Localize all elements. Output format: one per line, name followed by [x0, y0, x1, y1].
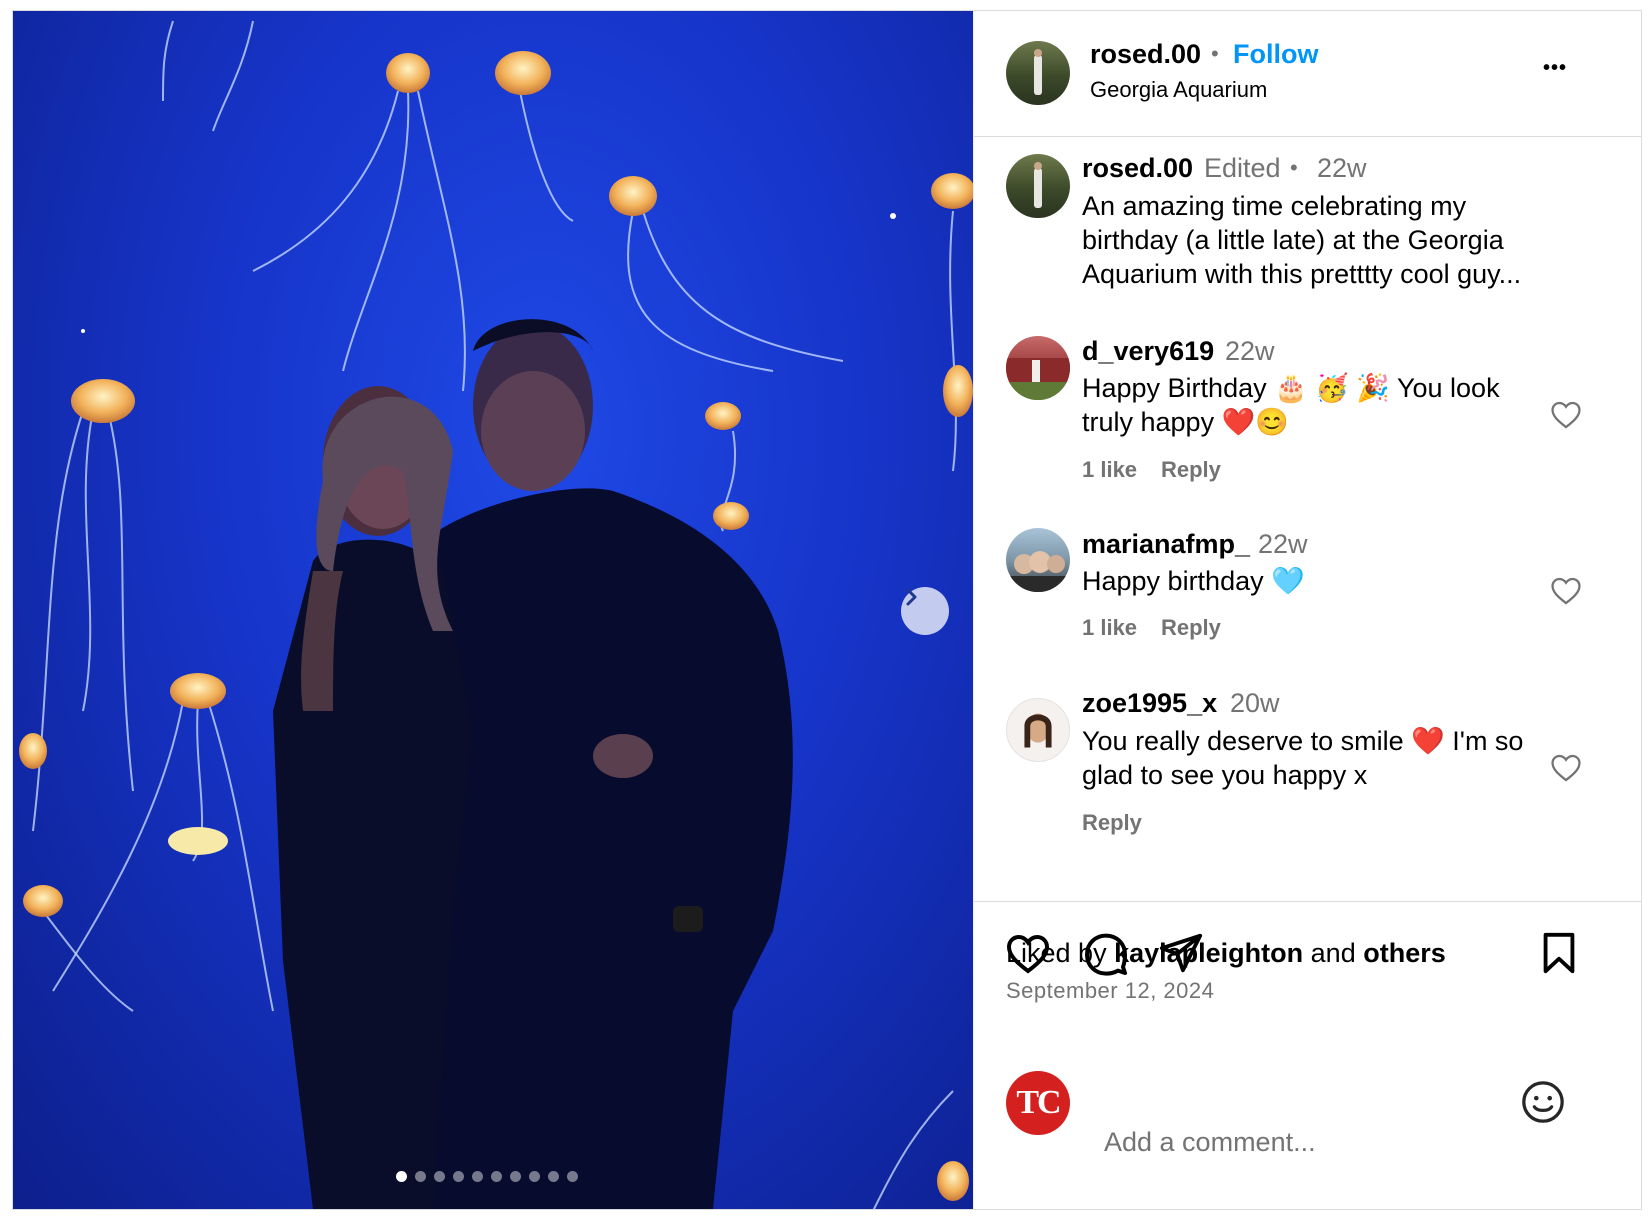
commenter-avatar[interactable] [1006, 698, 1070, 762]
photo-illustration [19, 20, 973, 1209]
action-bar [974, 901, 1641, 976]
post-date[interactable]: September 12, 2024 [1006, 978, 1214, 1004]
comment-text: Happy birthday 🩵 [1082, 566, 1305, 596]
avatar-figure [1024, 713, 1052, 748]
comment-username[interactable]: marianafmp_ [1082, 529, 1250, 560]
caption-line: An amazing time celebrating my [1082, 191, 1467, 221]
caption-separator: • [1290, 155, 1298, 180]
commenter-avatar[interactable] [1006, 336, 1070, 400]
bookmark-icon[interactable] [1536, 930, 1582, 976]
liked-by-and: and [1310, 938, 1356, 968]
reply-button[interactable]: Reply [1161, 457, 1221, 483]
carousel-dot [434, 1171, 445, 1182]
comment-like-count[interactable]: 1 like [1082, 615, 1137, 641]
heart-icon[interactable] [1549, 751, 1583, 785]
caption-line: Aquarium with this pretttty cool guy... [1082, 259, 1522, 289]
post-details: rosed.00 • Follow Georgia Aquarium ••• r… [973, 11, 1641, 1209]
avatar-figure [1006, 551, 1070, 592]
carousel-dot [472, 1171, 483, 1182]
comment-time[interactable]: 22w [1225, 336, 1275, 367]
more-options-button[interactable]: ••• [1543, 57, 1567, 80]
comment-time[interactable]: 22w [1258, 529, 1308, 560]
liked-by-prefix: Liked by [1006, 938, 1107, 968]
comment-username[interactable]: zoe1995_x [1082, 688, 1217, 719]
reply-button[interactable]: Reply [1082, 810, 1142, 836]
avatar-figure [1034, 49, 1042, 95]
caption-username[interactable]: rosed.00 [1082, 153, 1193, 184]
author-avatar[interactable] [1006, 41, 1070, 105]
location-link[interactable]: Georgia Aquarium [1090, 77, 1267, 103]
follow-button[interactable]: Follow [1233, 39, 1318, 70]
carousel-dot [453, 1171, 464, 1182]
comment-like-count[interactable]: 1 like [1082, 457, 1137, 483]
more-icon: ••• [1543, 57, 1568, 79]
liked-by: Liked by kaylapleighton and others [1006, 938, 1446, 969]
heart-icon[interactable] [1549, 574, 1583, 608]
comment-text: You really deserve to smile ❤️ I'm so [1082, 726, 1524, 756]
carousel-dot [510, 1171, 521, 1182]
current-user-avatar: TC [1006, 1071, 1070, 1135]
add-comment-input[interactable] [1102, 1121, 1526, 1163]
next-photo-button[interactable] [901, 587, 949, 635]
comment-text: truly happy ❤️😊 [1082, 407, 1289, 437]
caption-avatar[interactable] [1006, 154, 1070, 218]
reply-button[interactable]: Reply [1161, 615, 1221, 641]
emoji-icon[interactable] [1520, 1079, 1566, 1125]
caption-line: birthday (a little late) at the Georgia [1082, 225, 1504, 255]
chevron-right-icon [906, 588, 917, 606]
author-username[interactable]: rosed.00 [1090, 39, 1201, 70]
post-photo[interactable] [13, 11, 973, 1209]
header-separator: • [1211, 41, 1219, 66]
comment-time[interactable]: 20w [1230, 688, 1280, 719]
comment-text: glad to see you happy x [1082, 760, 1368, 790]
liked-by-others[interactable]: others [1363, 938, 1446, 968]
comment-text: Happy Birthday 🎂 🥳 🎉 You look [1082, 373, 1500, 403]
carousel-dot [415, 1171, 426, 1182]
couple-silhouette [273, 319, 793, 1209]
avatar-initials: TC [1016, 1084, 1061, 1121]
post-header: rosed.00 • Follow Georgia Aquarium ••• [974, 11, 1641, 137]
comment-username[interactable]: d_very619 [1082, 336, 1214, 367]
carousel-dot [529, 1171, 540, 1182]
heart-icon[interactable] [1549, 398, 1583, 432]
commenter-avatar[interactable] [1006, 528, 1070, 592]
post-card: rosed.00 • Follow Georgia Aquarium ••• r… [12, 10, 1642, 1210]
caption-time[interactable]: 22w [1317, 153, 1367, 184]
carousel-dot [567, 1171, 578, 1182]
liked-by-user[interactable]: kaylapleighton [1114, 938, 1303, 968]
edited-label: Edited [1204, 153, 1281, 183]
carousel-dot [491, 1171, 502, 1182]
avatar-figure [1034, 162, 1042, 208]
avatar-figure [1006, 358, 1070, 400]
carousel-dot [548, 1171, 559, 1182]
carousel-indicator [396, 1171, 578, 1182]
carousel-dot [396, 1171, 407, 1182]
